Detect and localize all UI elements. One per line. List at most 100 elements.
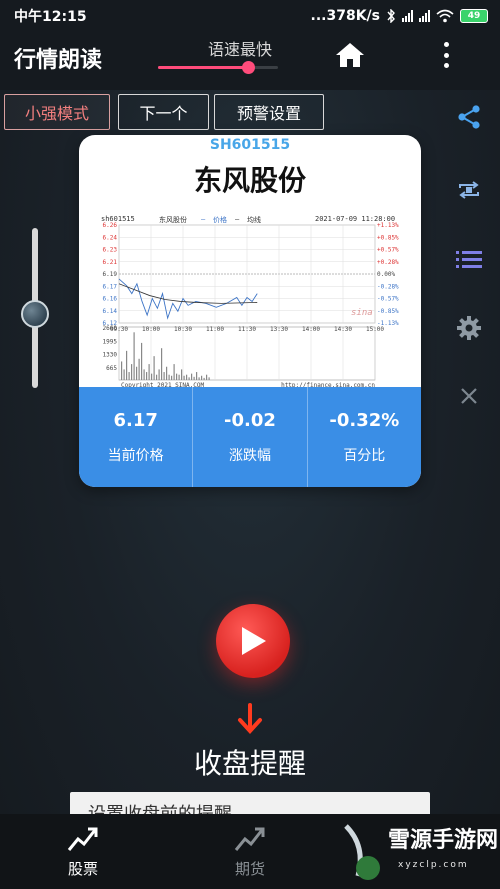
volume-bar [126,350,128,380]
volume-bar [193,376,195,380]
next-button[interactable]: 下一个 [118,94,209,130]
signal-icon-2 [419,10,430,22]
current-price-value: 6.17 [113,409,158,431]
volume-bar [178,374,180,380]
volume-bar [141,342,143,380]
alert-settings-button[interactable]: 预警设置 [214,94,324,130]
chart-legend-price-swatch: — [201,215,206,223]
volume-slider-thumb[interactable] [21,300,49,328]
mode-row: 小强模式 下一个 预警设置 [0,94,500,132]
volume-bar [188,377,190,380]
speed-label: 语速最快 [208,40,273,59]
volume-bar [161,348,163,380]
volume-bar [173,364,175,380]
dot-icon [443,42,449,47]
arrow-down-icon [238,703,262,734]
chart-x-tick: 15:00 [366,326,384,333]
sina-logo: sina [351,308,373,318]
closing-reminder-title: 收盘提醒 [193,747,306,780]
chart-legend-avg: 均线 [247,216,261,224]
chart-legend-avg-swatch: — [235,215,240,223]
volume-bar [206,374,208,380]
list-icon [456,251,482,268]
network-speed: ...378K/s [310,8,380,24]
chart-y-tick: 6.14 [103,308,118,315]
close-button[interactable] [441,368,497,424]
share-button[interactable] [441,89,497,145]
home-button[interactable] [334,40,366,70]
stat-change: -0.02 涨跌幅 [193,387,308,487]
wifi-icon [436,9,454,23]
chart-x-tick: 10:30 [174,326,192,333]
volume-bar [158,369,160,380]
stock-trend-icon [67,827,98,851]
volume-bar [198,377,200,380]
chart-y-tick: 6.23 [103,247,118,254]
percent-label: 百分比 [343,447,386,464]
volume-bar [203,377,205,380]
volume-bar [151,373,153,380]
chart-legend-price: 价格 [213,216,227,224]
stock-name: 东风股份 [193,164,306,197]
settings-icon [457,316,481,340]
volume-tick: 1330 [103,352,118,359]
volume-bar [133,332,135,380]
volume-bar [146,372,148,380]
signal-icon [402,10,413,22]
more-options-button[interactable] [434,40,458,70]
play-button[interactable] [216,604,290,678]
change-label: 涨跌幅 [228,447,271,464]
nav-label-futures: 期货 [234,860,265,878]
chart-y-tick: 6.17 [103,283,118,290]
page-title: 行情朗读 [14,48,103,73]
share-icon [458,105,480,129]
volume-bar [176,373,178,380]
volume-bar [183,375,185,380]
watermark-text: 雪源手游网 [388,827,499,853]
watermark: 雪源手游网 xyzclp.com [338,808,500,889]
speed-slider-thumb[interactable] [242,61,255,74]
status-indicators: ...378K/s 49 [311,8,488,24]
volume-slider[interactable] [21,228,49,388]
volume-bar [196,372,198,380]
nav-label-stocks: 股票 [67,860,98,878]
chart-pct-tick: -0.85% [377,308,399,315]
close-icon [461,388,477,404]
status-bar: 中午12:15 ...378K/s 49 [0,0,500,32]
volume-bar [163,372,165,380]
volume-bar [143,369,145,380]
volume-bar [168,374,170,380]
chart-y-tick: 6.26 [103,222,118,229]
speed-slider-fill [158,66,248,69]
change-value: -0.02 [224,409,276,431]
nav-item-futures[interactable]: 期货 [200,814,300,889]
chart-head-code: sh601515 [101,215,135,223]
chart-pct-tick: +0.57% [377,247,399,254]
stat-percent: -0.32% 百分比 [308,387,421,487]
watermark-logo-icon [344,824,380,880]
volume-bar [171,375,173,380]
volume-tick: 665 [106,365,117,372]
app-bar: 行情朗读 语速最快 [0,32,500,90]
status-time: 中午12:15 [14,9,87,25]
chart-x-tick: 13:30 [270,326,288,333]
chart-pct-tick: -0.57% [377,296,399,303]
intraday-chart: 6.26 +1.13% 6.24 +0.85% 6.23 +0.57% 6.21 +0.28%… [103,222,400,389]
chart-x-tick: 10:00 [142,326,160,333]
playlist-button[interactable] [441,231,497,287]
repeat-one-button[interactable] [441,162,497,218]
chart-y-tick: 6.24 [103,234,118,241]
stock-stats: 6.17 当前价格 -0.02 涨跌幅 -0.32% 百分比 [79,387,421,487]
current-price-label: 当前价格 [107,447,164,464]
volume-bar [186,374,188,380]
settings-button[interactable] [441,300,497,356]
nav-item-stocks[interactable]: 股票 [33,814,133,889]
volume-bar [128,372,130,380]
speed-slider[interactable] [158,61,278,74]
small-strong-mode-button[interactable]: 小强模式 [4,94,110,130]
volume-bar [201,375,203,380]
volume-bar [181,369,183,380]
chart-datetime: 2021-07-09 11:28:00 [315,215,396,223]
chart-x-tick: 14:30 [334,326,352,333]
chart-x-tick: 11:00 [206,326,224,333]
